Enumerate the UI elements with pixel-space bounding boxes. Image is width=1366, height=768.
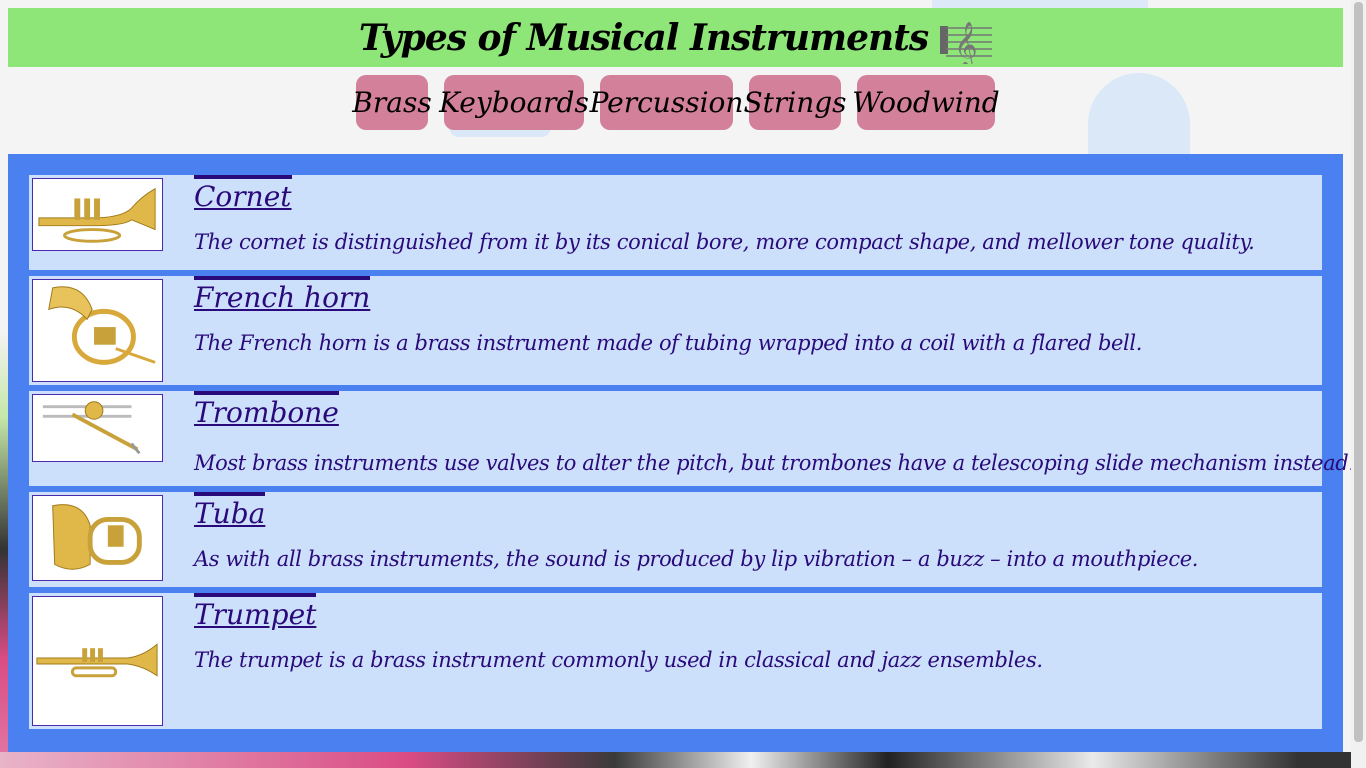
tab-percussion[interactable]: Percussion: [590, 75, 743, 130]
instrument-list: Cornet The cornet is distinguished from …: [8, 154, 1355, 752]
tab-strings[interactable]: Strings: [743, 75, 847, 130]
list-item: Cornet The cornet is distinguished from …: [29, 175, 1322, 270]
tab-keyboards[interactable]: Keyboards: [439, 75, 589, 130]
tab-brass[interactable]: Brass: [352, 75, 432, 130]
instrument-link[interactable]: French horn: [194, 276, 371, 316]
list-item: Trumpet The trumpet is a brass instrumen…: [29, 593, 1322, 729]
instrument-description: Most brass instruments use valves to alt…: [194, 451, 1355, 475]
instrument-link[interactable]: Cornet: [194, 175, 292, 215]
instrument-link[interactable]: Trumpet: [194, 593, 317, 633]
category-tabs: Brass Keyboards Percussion Strings Woodw…: [0, 75, 1351, 130]
page-title: Types of Musical Instruments: [358, 16, 929, 59]
page-header: Types of Musical Instruments 𝄞: [8, 8, 1343, 70]
instrument-description: The French horn is a brass instrument ma…: [194, 331, 1142, 355]
instrument-description: The cornet is distinguished from it by i…: [194, 230, 1255, 254]
trumpet-icon: [32, 596, 163, 726]
instrument-link[interactable]: Tuba: [194, 492, 266, 532]
scrollbar-thumb[interactable]: [1354, 2, 1363, 742]
instrument-description: As with all brass instruments, the sound…: [194, 547, 1199, 571]
trombone-icon: [32, 394, 163, 462]
tuba-icon: [32, 495, 163, 581]
vertical-scrollbar[interactable]: [1351, 0, 1366, 768]
list-item: Trombone Most brass instruments use valv…: [29, 391, 1355, 486]
french-horn-icon: [32, 279, 163, 382]
list-item: Tuba As with all brass instruments, the …: [29, 492, 1322, 587]
treble-clef-icon: 𝄞: [940, 12, 993, 70]
background-decoration: [0, 330, 8, 768]
background-decoration: [0, 752, 1366, 768]
list-item: French horn The French horn is a brass i…: [29, 276, 1322, 385]
svg-text:𝄞: 𝄞: [954, 22, 978, 64]
tab-woodwind[interactable]: Woodwind: [852, 75, 1000, 130]
cornet-icon: [32, 178, 163, 251]
instrument-description: The trumpet is a brass instrument common…: [194, 648, 1043, 672]
instrument-link[interactable]: Trombone: [194, 391, 339, 431]
